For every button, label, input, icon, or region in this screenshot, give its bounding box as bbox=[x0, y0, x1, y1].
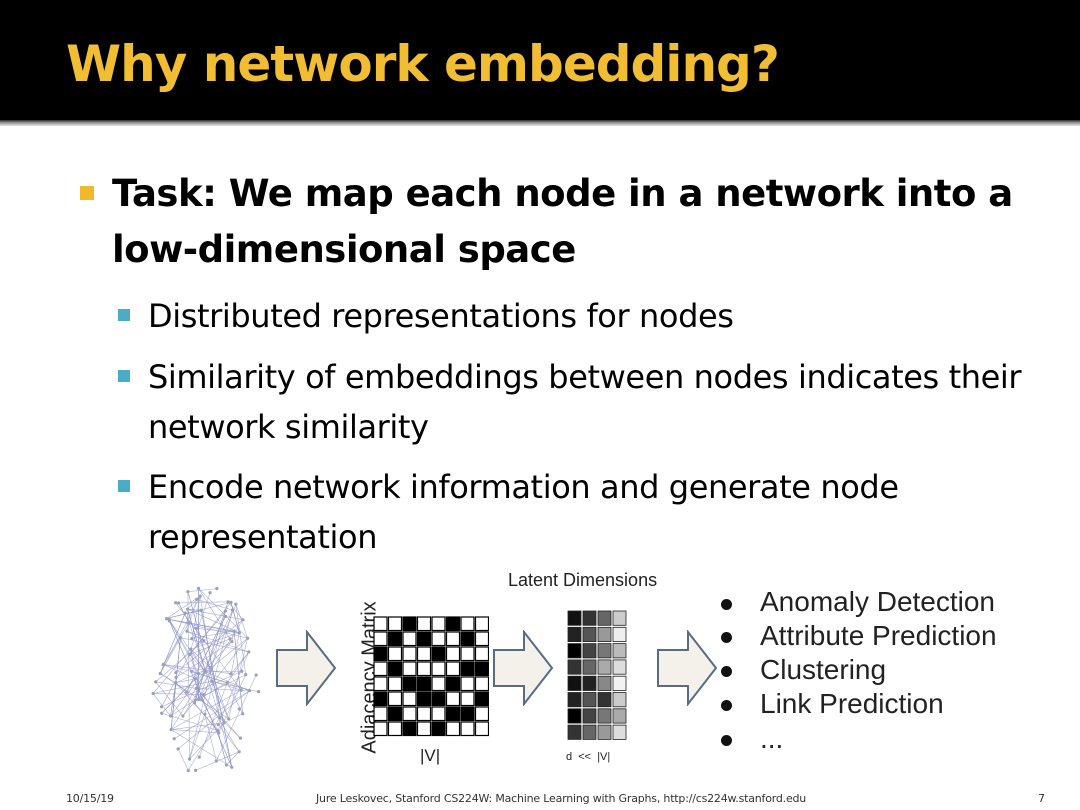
latent-dimensions-label: Latent Dimensions bbox=[508, 570, 658, 590]
title-divider bbox=[0, 120, 1080, 126]
list-dot-icon bbox=[721, 700, 732, 711]
arrow-icon bbox=[276, 630, 337, 706]
list-dot-icon bbox=[721, 632, 732, 643]
sub-bullet-text: Encode network information and generate … bbox=[148, 468, 899, 556]
slide-title: Why network embedding? bbox=[66, 35, 780, 93]
bullet-square-icon bbox=[118, 309, 130, 321]
list-dot-icon bbox=[721, 599, 732, 610]
task-item: Clustering bbox=[760, 654, 887, 685]
list-dot-icon bbox=[721, 735, 732, 746]
footer-credit: Jure Leskovec, Stanford CS224W: Machine … bbox=[316, 792, 807, 805]
task-bullet-text: Task: We map each node in a network into… bbox=[112, 172, 1013, 271]
arrow-icon bbox=[657, 630, 718, 706]
task-item: ... bbox=[760, 723, 784, 754]
matrix-axis-label: |V| bbox=[420, 746, 441, 765]
bullet-square-icon bbox=[80, 186, 94, 200]
footer-date: 10/15/19 bbox=[66, 792, 114, 805]
network-graph-image bbox=[151, 586, 261, 773]
sub-bullet-text: Distributed representations for nodes bbox=[148, 297, 734, 335]
task-item: Attribute Prediction bbox=[760, 620, 997, 651]
list-dot-icon bbox=[721, 666, 732, 677]
arrow-icon bbox=[493, 630, 554, 706]
sub-bullet-text: Similarity of embeddings between nodes i… bbox=[148, 358, 1022, 446]
bullet-square-icon bbox=[118, 480, 130, 492]
bullet-square-icon bbox=[118, 370, 130, 382]
page-number: 7 bbox=[1038, 792, 1045, 805]
task-item: Anomaly Detection bbox=[760, 586, 996, 617]
latent-axis-label: d << |V| bbox=[566, 751, 611, 763]
task-item: Link Prediction bbox=[760, 688, 944, 719]
latent-matrix-image bbox=[567, 610, 627, 740]
adjacency-matrix-image bbox=[373, 616, 489, 737]
